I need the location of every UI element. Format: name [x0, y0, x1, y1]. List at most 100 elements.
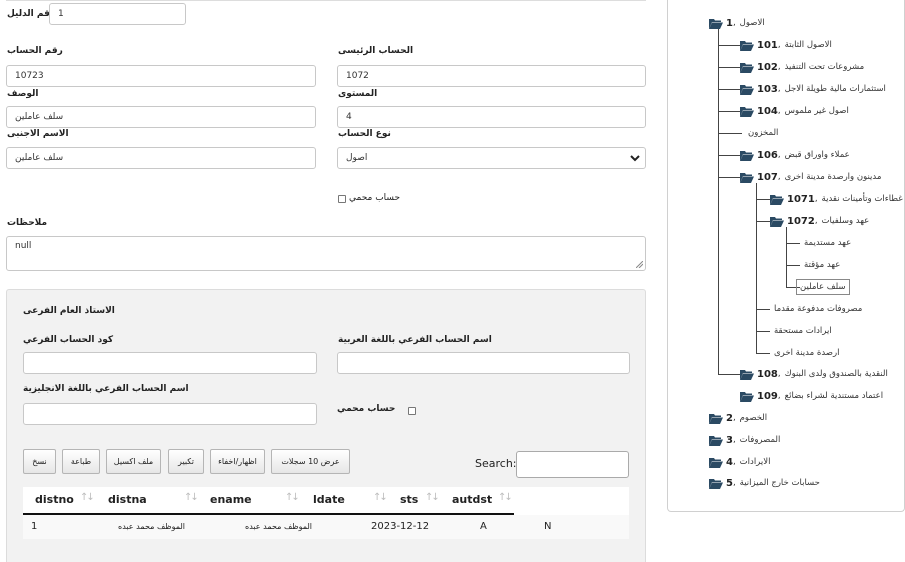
tree-connector: [718, 133, 742, 134]
sub-name-ar-input[interactable]: [337, 352, 630, 374]
tree-node-temporary-custody[interactable]: عهد مؤقتة: [800, 258, 840, 272]
excel-button[interactable]: ملف اكسيل: [106, 449, 161, 474]
tree-node-code: 103: [757, 83, 778, 95]
folder-open-icon: [740, 369, 754, 380]
col-header-sts[interactable]: sts: [400, 487, 418, 513]
sort-icon[interactable]: ↑↓: [498, 492, 513, 503]
tree-node-assets[interactable]: 1, الاصول: [709, 16, 765, 30]
tree-node-sep: ,: [814, 216, 818, 226]
sort-icon[interactable]: ↑↓: [80, 492, 95, 503]
guide-no-input[interactable]: 1: [49, 3, 186, 25]
tree-node-107[interactable]: 107, مدينون وارصدة مدينة اخرى: [740, 170, 881, 184]
tree-node-inventory[interactable]: المخزون: [748, 126, 778, 140]
sort-icon[interactable]: ↑↓: [373, 492, 388, 503]
tree-node-109[interactable]: 109, اعتماد مستندية لشراء بضائع: [740, 389, 883, 403]
sort-icon[interactable]: ↑↓: [184, 492, 199, 503]
folder-open-icon: [709, 435, 723, 446]
tree-node-1071[interactable]: 1071, غطاءات وتأمينات نقدية: [770, 192, 903, 206]
tree-node-sep: ,: [814, 194, 818, 204]
sub-name-en-input[interactable]: [23, 403, 317, 425]
tree-node-prepaid-expenses[interactable]: مصروفات مدفوعة مقدما: [770, 302, 862, 316]
tree-node-off-balance[interactable]: 5, حسابات خارج الميزانية: [709, 476, 820, 490]
tree-node-code: 107: [757, 171, 778, 183]
table-row-bg: [23, 515, 629, 539]
sub-accountant-checkbox[interactable]: [408, 407, 416, 415]
tree-node-sep: ,: [777, 84, 781, 94]
copy-button[interactable]: نسخ: [23, 449, 56, 474]
sub-code-label: كود الحساب الفرعي: [23, 335, 114, 345]
folder-open-icon: [740, 40, 754, 51]
account-no-input[interactable]: 10723: [6, 65, 316, 87]
folder-open-icon: [740, 62, 754, 73]
tree-node-label: الاصول: [739, 18, 765, 28]
tree-node-label: مشروعات تحت التنفيذ: [784, 62, 865, 72]
foreign-name-input[interactable]: سلف عاملين: [6, 147, 316, 169]
tree-node-101[interactable]: 101, الاصول الثابتة: [740, 38, 832, 52]
tree-node-code: 101: [757, 39, 778, 51]
tree-node-employee-advances[interactable]: سلف عاملين: [796, 279, 850, 295]
tree-node-label: الايرادات: [739, 457, 771, 467]
col-header-ename[interactable]: ename: [210, 487, 252, 513]
tree-connector: [718, 89, 740, 90]
tree-node-other-debit-balances[interactable]: ارصدة مدينة اخرى: [770, 346, 839, 360]
account-type-select[interactable]: اصول: [337, 147, 646, 169]
folder-open-icon: [709, 413, 723, 424]
tree-node-code: 108: [757, 368, 778, 380]
tree-node-label: غطاءات وتأمينات نقدية: [821, 194, 903, 204]
show-hide-button[interactable]: اظهار/اخفاء: [210, 449, 265, 474]
tree-node-sep: ,: [777, 172, 781, 182]
accountant-checkbox[interactable]: [338, 195, 346, 203]
tree-node-label: الخصوم: [739, 413, 768, 423]
tree-node-1072[interactable]: 1072, عهد وسلفيات: [770, 214, 869, 228]
tree-node-expenses[interactable]: 3, المصروفات: [709, 433, 780, 447]
tree-node-label: عهد مؤقتة: [804, 260, 841, 270]
tree-node-accrued-revenue[interactable]: ايرادات مستحقة: [770, 324, 832, 338]
tree-node-label: سلف عاملين: [800, 282, 846, 292]
tree-node-label: النقدية بالصندوق ولدى البنوك: [784, 369, 888, 379]
level-input[interactable]: 4: [337, 106, 646, 128]
notes-textarea[interactable]: null: [6, 236, 646, 271]
tree-node-permanent-custody[interactable]: عهد مستديمة: [800, 236, 851, 250]
tree-node-code: 102: [757, 61, 778, 73]
tree-node-106[interactable]: 106, عملاء واوراق قبض: [740, 148, 850, 162]
sub-name-ar-label: اسم الحساب الفرعي باللغة العربية: [338, 335, 492, 345]
notes-label: ملاحظات: [7, 218, 48, 228]
resize-grip-icon[interactable]: [636, 261, 643, 268]
col-header-autdst[interactable]: autdst: [452, 487, 492, 513]
tree-node-label: عهد مستديمة: [804, 238, 852, 248]
tree-node-label: اعتماد مستندية لشراء بضائع: [784, 391, 884, 401]
level-label: المستوى: [338, 89, 378, 99]
tree-connector: [756, 309, 770, 310]
sort-icon[interactable]: ↑↓: [285, 492, 300, 503]
sub-ledger-title: الاستاذ العام الفرعى: [23, 306, 115, 316]
description-input[interactable]: سلف عاملين: [6, 106, 316, 128]
folder-open-icon: [740, 84, 754, 95]
tree-node-108[interactable]: 108, النقدية بالصندوق ولدى البنوك: [740, 367, 888, 381]
cell-ldate: 2023-12-12: [371, 521, 430, 532]
tree-node-sep: ,: [777, 150, 781, 160]
tree-node-code: 109: [757, 390, 778, 402]
col-header-distna[interactable]: distna: [108, 487, 147, 513]
col-header-distno[interactable]: distno: [35, 487, 74, 513]
tree-node-revenues[interactable]: 4, الايرادات: [709, 455, 770, 469]
tree-connector: [756, 221, 770, 222]
tree-node-label: مصروفات مدفوعة مقدما: [774, 304, 863, 314]
zoom-button[interactable]: تكبير: [168, 449, 204, 474]
description-label: الوصف: [7, 89, 39, 99]
tree-node-liabilities[interactable]: 2, الخصوم: [709, 411, 767, 425]
search-input[interactable]: [516, 451, 629, 478]
tree-node-label: اصول غير ملموس: [784, 106, 849, 116]
tree-node-102[interactable]: 102, مشروعات تحت التنفيذ: [740, 60, 864, 74]
tree-node-sep: ,: [732, 18, 736, 28]
tree-node-103[interactable]: 103, استثمارات مالية طويلة الاجل: [740, 82, 886, 96]
sub-code-input[interactable]: [23, 352, 317, 374]
show-records-button[interactable]: عرض 10 سجلات: [271, 449, 350, 474]
folder-open-icon: [770, 216, 784, 227]
sort-icon[interactable]: ↑↓: [425, 492, 440, 503]
tree-node-104[interactable]: 104, اصول غير ملموس: [740, 104, 849, 118]
print-button[interactable]: طباعة: [62, 449, 100, 474]
tree-node-label: استثمارات مالية طويلة الاجل: [784, 84, 886, 94]
col-header-ldate[interactable]: ldate: [313, 487, 345, 513]
tree-connector: [756, 353, 770, 354]
main-account-input[interactable]: 1072: [337, 65, 646, 87]
